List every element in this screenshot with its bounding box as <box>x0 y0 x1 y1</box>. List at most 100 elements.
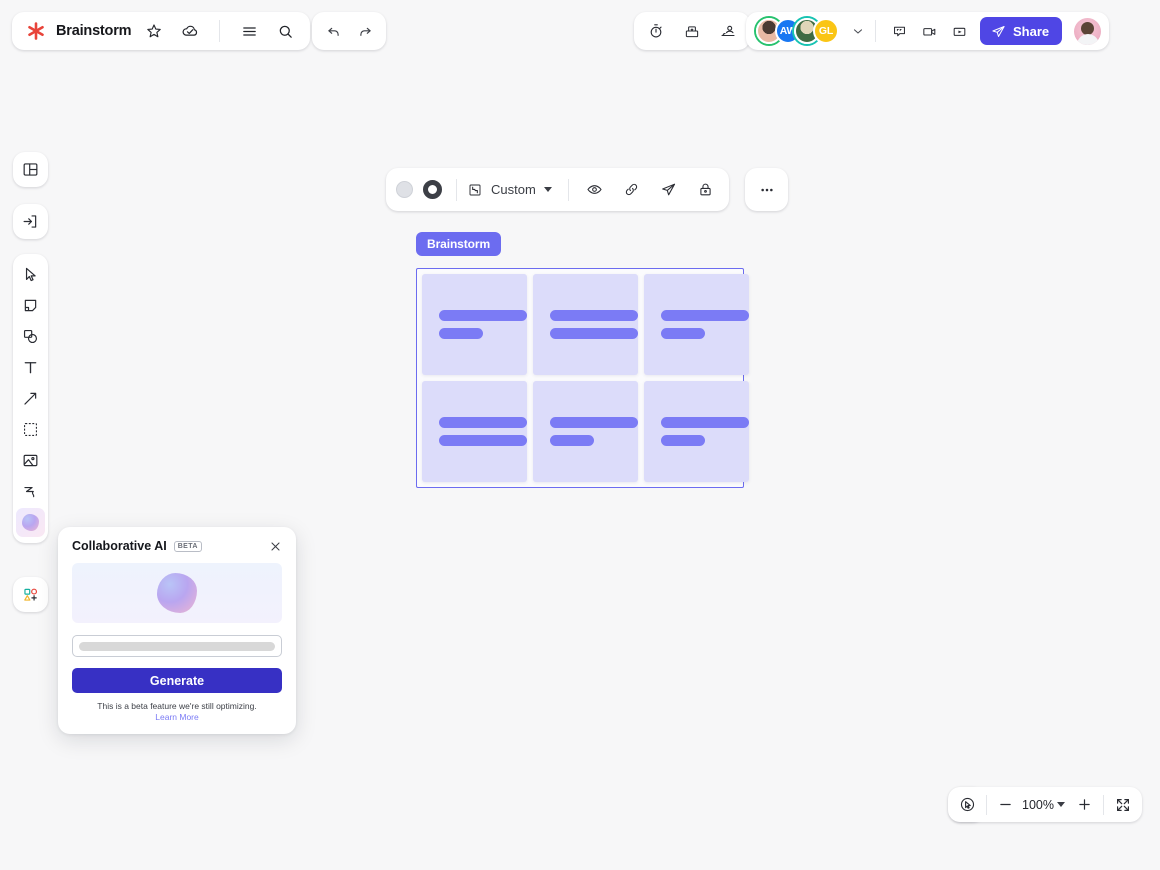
note-text-bar <box>439 417 527 428</box>
cloud-check-icon[interactable] <box>177 18 203 44</box>
sidebar-item-pen-scribble-icon[interactable] <box>16 477 45 506</box>
more-options-icon <box>758 181 776 199</box>
undo-button[interactable] <box>320 18 346 44</box>
object-toolbar: Custom <box>386 168 729 211</box>
sidebar-enter-frame[interactable] <box>13 204 48 239</box>
title-card: Brainstorm <box>12 12 310 50</box>
cursor-circle-icon[interactable] <box>954 791 981 818</box>
sidebar-item-select-cursor-icon[interactable] <box>16 260 45 289</box>
note-text-bar <box>439 435 527 446</box>
chevron-down-icon[interactable] <box>851 24 865 38</box>
session-tools-card <box>634 12 750 50</box>
plus-icon[interactable] <box>1071 791 1098 818</box>
asterisk-logo-icon <box>26 21 46 41</box>
fullscreen-icon[interactable] <box>1109 791 1136 818</box>
sticky-note[interactable] <box>644 274 749 375</box>
sidebar-apps[interactable] <box>13 577 48 612</box>
learn-more-link[interactable]: Learn More <box>72 712 282 722</box>
favorite-star-icon[interactable] <box>141 18 167 44</box>
close-icon[interactable] <box>269 540 282 553</box>
layout-panel-icon[interactable] <box>16 155 45 184</box>
ai-panel-title-group: Collaborative AI BETA <box>72 539 202 553</box>
page-title: Brainstorm <box>56 23 131 39</box>
menu-icon[interactable] <box>236 18 262 44</box>
ai-panel-header: Collaborative AI BETA <box>72 539 282 553</box>
screen-share-icon[interactable] <box>946 18 972 44</box>
note-text-bar <box>550 417 638 428</box>
presenter-icon[interactable] <box>715 18 741 44</box>
toolbar-divider <box>875 20 876 42</box>
toolbar-divider <box>568 179 569 201</box>
sticky-note[interactable] <box>422 381 527 482</box>
sidebar-item-text-icon[interactable] <box>16 353 45 382</box>
toolbar-divider <box>219 20 220 42</box>
share-button[interactable]: Share <box>980 17 1062 45</box>
video-camera-icon[interactable] <box>916 18 942 44</box>
note-text-bar <box>439 328 483 339</box>
ai-blob-graphic <box>22 514 39 531</box>
account-avatar[interactable] <box>1074 18 1101 45</box>
history-card <box>312 12 386 50</box>
zoom-level-label[interactable]: 100% <box>1021 798 1055 812</box>
templates-apps-icon[interactable] <box>16 580 45 609</box>
note-text-bar <box>550 310 638 321</box>
ai-prompt-input[interactable] <box>72 635 282 657</box>
lock-icon[interactable] <box>692 176 719 203</box>
sidebar-item-image-icon[interactable] <box>16 446 45 475</box>
link-icon[interactable] <box>618 176 645 203</box>
more-options-button[interactable] <box>745 168 788 211</box>
note-text-bar <box>661 310 749 321</box>
visibility-eye-icon[interactable] <box>581 176 608 203</box>
note-text-bar <box>550 435 594 446</box>
frame-size-label: Custom <box>491 182 536 197</box>
avatar[interactable]: GL <box>813 18 839 44</box>
enter-frame-icon[interactable] <box>16 207 45 236</box>
caret-down-icon[interactable] <box>1057 802 1065 807</box>
sidebar-item-ai-blob-icon[interactable] <box>16 508 45 537</box>
top-bar: Brainstorm <box>0 12 1160 50</box>
stroke-color-swatch[interactable] <box>423 180 442 199</box>
sticky-note[interactable] <box>533 274 638 375</box>
collaborator-avatars[interactable]: AW GL <box>756 18 839 44</box>
timer-icon[interactable] <box>643 18 669 44</box>
note-text-bar <box>439 310 527 321</box>
redo-button[interactable] <box>352 18 378 44</box>
ai-blob-graphic <box>157 573 197 613</box>
sidebar-panel-toggle[interactable] <box>13 152 48 187</box>
sticky-note[interactable] <box>644 381 749 482</box>
frame-size-icon <box>467 182 483 198</box>
toolbar-divider <box>986 795 987 815</box>
note-text-bar <box>661 328 705 339</box>
note-text-bar <box>661 417 749 428</box>
sidebar-item-arrow-line-icon[interactable] <box>16 384 45 413</box>
ai-panel-title: Collaborative AI <box>72 539 167 553</box>
toolbar-divider <box>1103 795 1104 815</box>
collaborative-ai-panel: Collaborative AI BETA Generate This is a… <box>58 527 296 734</box>
sidebar-item-frame-icon[interactable] <box>16 415 45 444</box>
toolbar-divider <box>456 179 457 201</box>
sticky-note[interactable] <box>422 274 527 375</box>
note-text-bar <box>550 328 638 339</box>
sidebar-item-sticky-note-icon[interactable] <box>16 291 45 320</box>
sidebar-tools <box>13 254 48 543</box>
ai-beta-note: This is a beta feature we're still optim… <box>72 701 282 712</box>
note-text-bar <box>661 435 705 446</box>
zoom-controls: 100% <box>948 787 1142 822</box>
frame-title-tag[interactable]: Brainstorm <box>416 232 501 256</box>
comment-icon[interactable] <box>886 18 912 44</box>
fill-color-swatch[interactable] <box>396 181 413 198</box>
frame-size-select[interactable]: Custom <box>465 182 556 198</box>
collaboration-card: AW GL Share <box>746 12 1109 50</box>
beta-badge: BETA <box>174 541 202 552</box>
search-icon[interactable] <box>272 18 298 44</box>
sticky-note[interactable] <box>533 381 638 482</box>
generate-button[interactable]: Generate <box>72 668 282 693</box>
voting-icon[interactable] <box>679 18 705 44</box>
ai-input-placeholder-bar <box>79 642 275 651</box>
send-icon[interactable] <box>655 176 682 203</box>
canvas-frame[interactable] <box>416 268 744 488</box>
ai-preview-area <box>72 563 282 623</box>
sidebar-item-shapes-icon[interactable] <box>16 322 45 351</box>
minus-icon[interactable] <box>992 791 1019 818</box>
paper-plane-icon <box>991 24 1006 39</box>
